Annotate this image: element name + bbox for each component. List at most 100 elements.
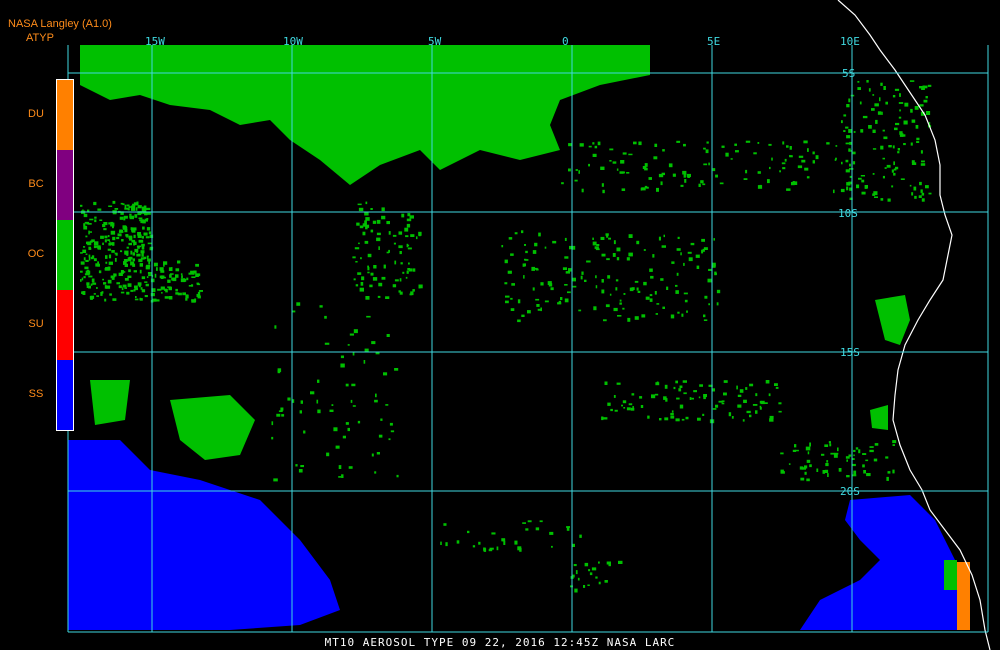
- aerosol-speckle: [642, 166, 647, 169]
- aerosol-speckle: [393, 242, 396, 245]
- aerosol-speckle: [135, 296, 137, 298]
- aerosol-speckle: [853, 131, 856, 133]
- aerosol-speckle: [366, 315, 371, 318]
- aerosol-speckle: [568, 168, 571, 172]
- aerosol-speckle: [893, 168, 897, 171]
- legend-label-su: SU: [28, 318, 44, 330]
- aerosol-speckle: [615, 279, 619, 282]
- aerosol-speckle: [759, 407, 762, 410]
- aerosol-speckle: [731, 416, 734, 419]
- legend-swatch-oc: [57, 220, 73, 290]
- aerosol-speckle: [857, 87, 861, 90]
- aerosol-speckle: [544, 246, 547, 249]
- aerosol-speckle: [609, 293, 612, 296]
- aerosol-speckle: [137, 232, 141, 236]
- aerosol-speckle: [534, 242, 538, 247]
- aerosol-speckle: [601, 289, 605, 294]
- aerosol-speckle: [148, 260, 150, 265]
- aerosol-speckle: [503, 541, 506, 545]
- aerosol-speckle: [300, 400, 303, 404]
- aerosol-speckle: [338, 465, 342, 469]
- aerosol-speckle: [167, 279, 171, 283]
- aerosol-speckle: [134, 248, 139, 253]
- aerosol-speckle: [592, 237, 594, 240]
- aerosol-speckle: [124, 226, 127, 228]
- aerosol-speckle: [681, 418, 685, 421]
- aerosol-speckle: [749, 414, 752, 418]
- aerosol-speckle: [373, 265, 377, 269]
- aerosol-speckle: [354, 247, 360, 250]
- aerosol-speckle: [135, 207, 138, 211]
- aerosol-speckle: [93, 245, 97, 249]
- aerosol-speckle: [604, 580, 608, 583]
- aerosol-speckle: [607, 402, 611, 406]
- aerosol-speckle: [540, 307, 542, 312]
- aerosol-speckle: [400, 262, 403, 265]
- aerosol-speckle: [841, 120, 843, 124]
- aerosol-speckle: [389, 422, 393, 426]
- aerosol-speckle: [130, 250, 133, 255]
- aerosol-speckle: [535, 298, 540, 301]
- aerosol-speckle: [887, 198, 891, 202]
- aerosol-speckle: [775, 386, 779, 389]
- aerosol-type-legend: [56, 79, 74, 431]
- aerosol-speckle: [372, 220, 377, 224]
- aerosol-speckle: [148, 231, 152, 235]
- aerosol-speckle: [706, 141, 709, 144]
- aerosol-speckle: [698, 396, 701, 399]
- aerosol-speckle: [467, 530, 470, 534]
- aerosol-speckle: [357, 203, 362, 206]
- aerosol-speckle: [664, 417, 669, 421]
- aerosol-speckle: [108, 254, 112, 259]
- aerosol-speckle: [523, 263, 526, 267]
- aerosol-speckle: [456, 540, 460, 544]
- aerosol-speckle: [659, 418, 662, 421]
- aerosol-speckle: [743, 178, 748, 180]
- aerosol-speckle: [367, 253, 372, 258]
- aerosol-speckle: [656, 187, 659, 192]
- aerosol-speckle: [511, 283, 515, 286]
- aerosol-speckle: [532, 287, 535, 291]
- aerosol-speckle: [356, 222, 360, 226]
- aerosol-speckle: [129, 236, 133, 241]
- aerosol-speckle: [645, 296, 650, 300]
- aerosol-speckle: [595, 248, 600, 251]
- aerosol-speckle: [746, 410, 751, 414]
- aerosol-speckle: [757, 171, 761, 174]
- aerosol-speckle: [697, 417, 701, 421]
- aerosol-speckle: [881, 111, 883, 115]
- aerosol-speckle: [324, 315, 327, 319]
- aerosol-speckle: [593, 306, 597, 311]
- aerosol-speckle: [536, 304, 540, 307]
- aerosol-speckle: [609, 160, 612, 162]
- aerosol-speckle: [600, 236, 605, 240]
- aerosol-speckle: [861, 191, 866, 195]
- aerosol-speckle: [862, 464, 865, 468]
- aerosol-speckle: [572, 245, 576, 250]
- aerosol-speckle: [376, 232, 381, 236]
- aerosol-speckle: [80, 270, 83, 273]
- aerosol-speckle: [673, 386, 676, 390]
- aerosol-speckle: [378, 434, 383, 438]
- aerosol-speckle: [872, 129, 876, 133]
- aerosol-speckle: [408, 262, 410, 265]
- aerosol-speckle: [759, 184, 762, 188]
- aerosol-speckle: [679, 404, 684, 409]
- aerosol-speckle: [883, 86, 886, 90]
- aerosol-speckle: [574, 588, 578, 593]
- aerosol-speckle: [566, 526, 570, 528]
- aerosol-speckle: [568, 268, 572, 272]
- aerosol-speckle: [704, 295, 708, 299]
- aerosol-speckle: [534, 267, 538, 270]
- aerosol-speckle: [102, 278, 104, 281]
- aerosol-speckle: [416, 236, 418, 240]
- aerosol-speckle: [329, 409, 334, 412]
- aerosol-speckle: [578, 309, 582, 312]
- aerosol-speckle: [643, 249, 646, 251]
- aerosol-speckle: [752, 404, 758, 406]
- aerosol-speckle: [852, 161, 856, 165]
- aerosol-speckle: [107, 235, 110, 238]
- aerosol-speckle: [371, 341, 376, 345]
- aerosol-speckle: [89, 231, 92, 233]
- aerosol-speckle: [846, 104, 850, 108]
